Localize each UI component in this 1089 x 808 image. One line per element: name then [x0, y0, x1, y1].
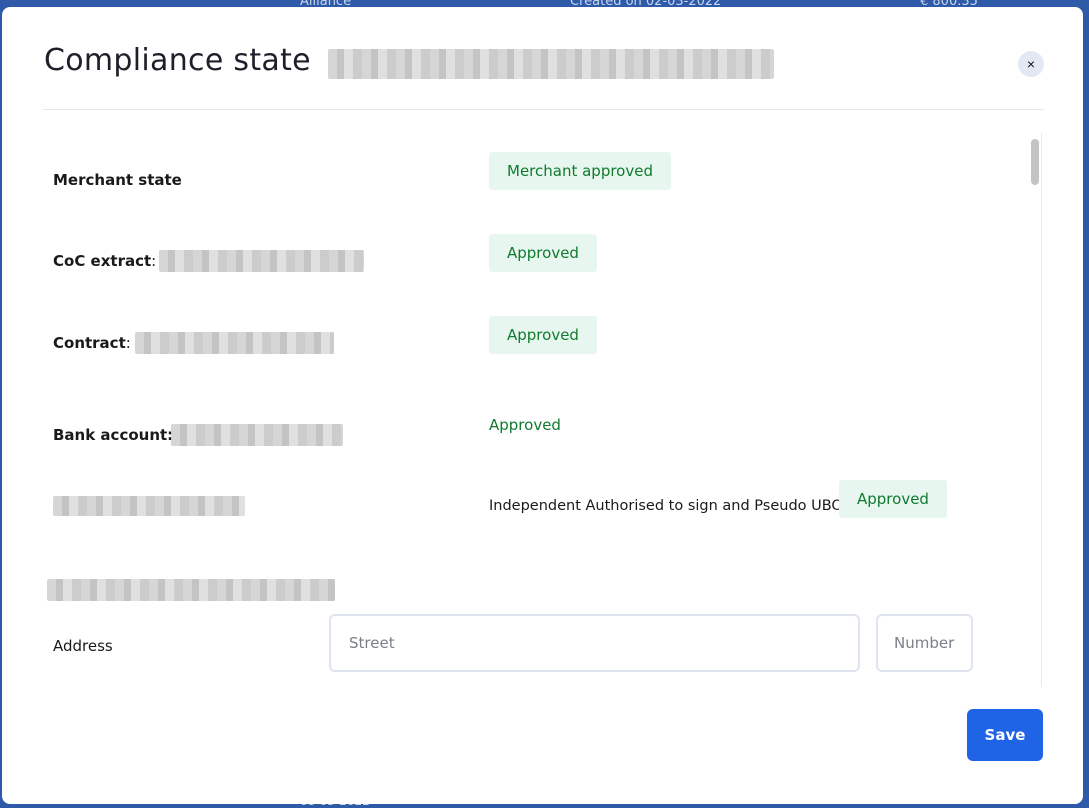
- bank-account-status: Approved: [489, 416, 561, 434]
- coc-extract-label: CoC extract:: [53, 252, 157, 270]
- redacted-bank-account: [171, 424, 343, 446]
- redacted-person-name: [53, 496, 245, 516]
- contract-badge: Approved: [489, 316, 597, 354]
- bank-account-label: Bank account:: [53, 426, 174, 444]
- header-divider: [43, 109, 1044, 110]
- address-label: Address: [53, 637, 113, 655]
- person-role: Independent Authorised to sign and Pseud…: [489, 498, 843, 514]
- close-button[interactable]: ×: [1018, 51, 1044, 77]
- close-icon: ×: [1026, 56, 1036, 72]
- scrollbar-thumb[interactable]: [1031, 139, 1039, 185]
- modal-title: Compliance state: [44, 43, 311, 78]
- compliance-scroll-area[interactable]: Merchant state Merchant approved CoC ext…: [43, 125, 1044, 687]
- scrollbar[interactable]: [1028, 133, 1042, 687]
- compliance-modal: Compliance state × Merchant state Mercha…: [2, 7, 1083, 804]
- person-status-badge: Approved: [839, 480, 947, 518]
- merchant-state-label: Merchant state: [53, 171, 182, 189]
- number-input[interactable]: [876, 614, 973, 672]
- redacted-coc-file: [159, 250, 364, 272]
- redacted-contract-file: [135, 332, 334, 354]
- save-button[interactable]: Save: [967, 709, 1043, 761]
- contract-label: Contract:: [53, 334, 131, 352]
- coc-extract-badge: Approved: [489, 234, 597, 272]
- street-input[interactable]: [329, 614, 860, 672]
- redacted-email: [47, 579, 335, 601]
- redacted-merchant-name: [328, 49, 774, 79]
- merchant-state-badge: Merchant approved: [489, 152, 671, 190]
